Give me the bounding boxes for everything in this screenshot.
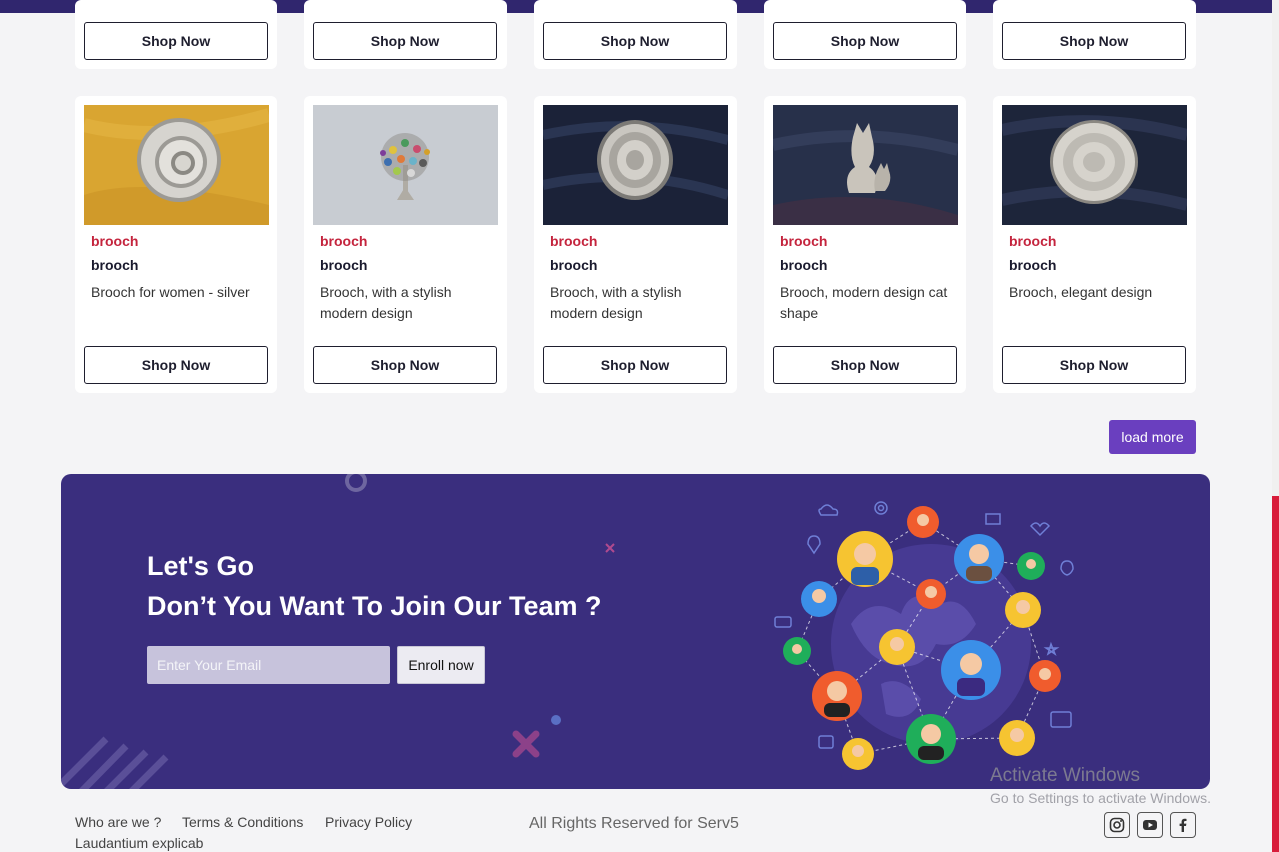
banner-heading-small: Let's Go: [147, 551, 254, 581]
windows-activation-title: Activate Windows: [990, 765, 1140, 786]
product-category: brooch: [320, 233, 368, 249]
product-image[interactable]: [84, 105, 269, 225]
shop-now-button[interactable]: Shop Now: [313, 346, 497, 384]
product-image[interactable]: [543, 105, 728, 225]
product-name[interactable]: brooch: [91, 257, 138, 273]
product-card: brooch brooch Brooch, modern design cat …: [764, 96, 966, 393]
product-description: Brooch, elegant design: [1009, 284, 1153, 300]
join-team-banner: Let's Go Don’t You Want To Join Our Team…: [61, 474, 1210, 789]
product-card: brooch brooch Brooch, with a stylish mod…: [304, 96, 507, 393]
scrollbar-track[interactable]: [1272, 0, 1279, 852]
cat-brooch-image: [773, 105, 958, 225]
enroll-now-button[interactable]: Enroll now: [397, 646, 485, 684]
product-card: brooch brooch Brooch, with a stylish mod…: [534, 96, 737, 393]
copyright-text: All Rights Reserved for Serv5: [529, 815, 739, 832]
product-category: brooch: [1009, 233, 1057, 249]
shop-now-button[interactable]: Shop Now: [543, 22, 727, 60]
product-name[interactable]: brooch: [1009, 257, 1056, 273]
shop-now-button[interactable]: Shop Now: [1002, 346, 1186, 384]
footer-link-extra[interactable]: Laudantium explicab: [75, 835, 203, 851]
windows-activation-subtitle: Go to Settings to activate Windows.: [990, 790, 1211, 806]
disc-brooch-image: [1002, 105, 1187, 225]
product-card: brooch brooch Brooch, elegant design Sho…: [993, 96, 1196, 393]
banner-heading: Don’t You Want To Join Our Team ?: [147, 591, 602, 621]
product-description: Brooch, with a stylish modern design: [550, 284, 682, 321]
product-category: brooch: [780, 233, 828, 249]
round-coil-brooch-image: [543, 105, 728, 225]
product-name[interactable]: brooch: [320, 257, 367, 273]
scrollbar-thumb[interactable]: [1272, 496, 1279, 852]
shop-now-button[interactable]: Shop Now: [773, 22, 957, 60]
facebook-icon[interactable]: [1170, 812, 1196, 838]
shop-now-button[interactable]: Shop Now: [84, 22, 268, 60]
product-card: brooch brooch Brooch for women - silver …: [75, 96, 277, 393]
product-image[interactable]: [1002, 105, 1187, 225]
product-image[interactable]: [773, 105, 958, 225]
tree-brooch-image: [313, 105, 498, 225]
product-category: brooch: [91, 233, 139, 249]
product-name[interactable]: brooch: [550, 257, 597, 273]
product-description: Brooch, with a stylish modern design: [320, 284, 452, 321]
product-name[interactable]: brooch: [780, 257, 827, 273]
instagram-icon[interactable]: [1104, 812, 1130, 838]
product-description: Brooch, modern design cat shape: [780, 284, 948, 321]
footer-link-terms[interactable]: Terms & Conditions: [182, 814, 303, 830]
shop-now-button[interactable]: Shop Now: [313, 22, 497, 60]
product-card: Shop Now: [993, 0, 1196, 69]
load-more-button[interactable]: load more: [1109, 420, 1196, 454]
shop-now-button[interactable]: Shop Now: [773, 346, 957, 384]
footer-link-privacy[interactable]: Privacy Policy: [325, 814, 412, 830]
product-card: Shop Now: [75, 0, 277, 69]
product-card: Shop Now: [534, 0, 737, 69]
shop-now-button[interactable]: Shop Now: [543, 346, 727, 384]
footer-link-who-are-we[interactable]: Who are we ?: [75, 814, 161, 830]
youtube-icon[interactable]: [1137, 812, 1163, 838]
team-network-illustration: [774, 501, 1074, 770]
email-input[interactable]: [147, 646, 390, 684]
product-description: Brooch for women - silver: [91, 284, 250, 300]
product-card: Shop Now: [764, 0, 966, 69]
shop-now-button[interactable]: Shop Now: [84, 346, 268, 384]
product-category: brooch: [550, 233, 598, 249]
product-card: Shop Now: [304, 0, 507, 69]
product-image[interactable]: [313, 105, 498, 225]
spiral-brooch-image: [84, 105, 269, 225]
shop-now-button[interactable]: Shop Now: [1002, 22, 1186, 60]
